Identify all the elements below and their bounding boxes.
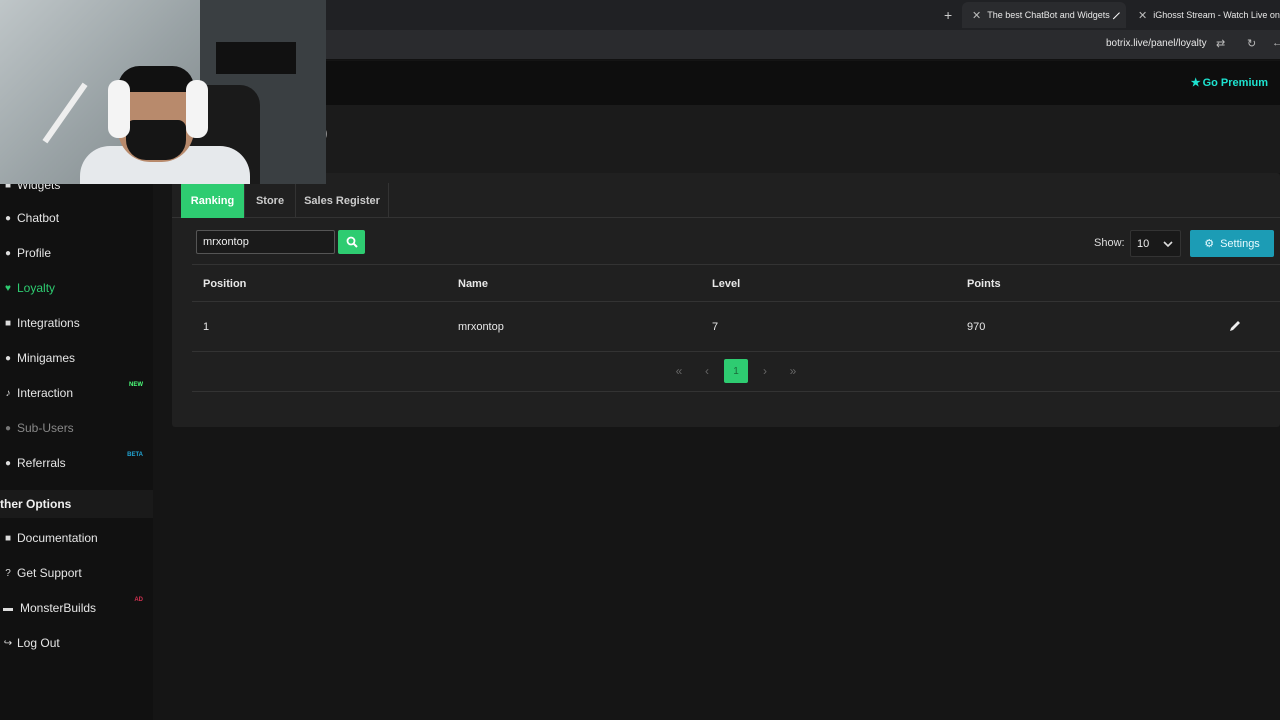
column-header-points: Points	[967, 278, 1001, 290]
first-page-icon[interactable]: «	[667, 359, 691, 383]
sidebar-item-label: Log Out	[17, 636, 60, 650]
sidebar-item-label: Chatbot	[17, 211, 60, 225]
star-icon: ★	[1190, 77, 1201, 89]
documentation-icon: ■	[4, 532, 12, 544]
gears-icon: ⚙	[1204, 238, 1215, 250]
close-tab-icon[interactable]: ✕	[1138, 9, 1147, 22]
url-text[interactable]: botrix.live/panel/loyalty	[1106, 38, 1207, 49]
tab-ranking[interactable]: Ranking	[181, 183, 245, 218]
page-size-select[interactable]: 10	[1130, 230, 1181, 257]
prev-page-icon[interactable]: ‹	[695, 359, 719, 383]
go-premium-label: Go Premium	[1202, 76, 1268, 89]
sidebar-item-minigames[interactable]: ● Minigames	[0, 343, 153, 373]
sidebar-item-log-out[interactable]: ↪ Log Out	[0, 628, 153, 658]
loyalty-icon: ♥	[5, 282, 11, 294]
chatbot-icon: ●	[4, 212, 12, 224]
sidebar-item-chatbot[interactable]: ● Chatbot	[0, 203, 153, 233]
chevron-down-icon	[1163, 240, 1173, 247]
page-button-current[interactable]: 1	[724, 359, 748, 383]
tab-title: iGhosst Stream - Watch Live on	[1153, 10, 1280, 20]
sidebar-item-referrals[interactable]: ● Referrals BETA	[0, 448, 153, 478]
sidebar-item-label: Profile	[17, 246, 52, 260]
webcam-overlay	[0, 0, 326, 184]
edit-pencil-icon[interactable]	[1228, 319, 1242, 333]
profile-icon: ●	[4, 247, 12, 259]
tab-sales-register[interactable]: Sales Register	[296, 183, 389, 218]
sidebar-item-documentation[interactable]: ■ Documentation	[0, 523, 153, 553]
search-icon	[346, 236, 358, 248]
next-page-icon[interactable]: ›	[753, 359, 777, 383]
tab-store[interactable]: Store	[245, 183, 296, 218]
sidebar-item-sub-users[interactable]: ● Sub-Users	[0, 413, 153, 443]
column-header-level: Level	[712, 278, 741, 290]
sidebar-item-label: Sub-Users	[17, 421, 74, 435]
tab-title: The best ChatBot and Widgets	[987, 10, 1110, 20]
beta-badge: BETA	[127, 452, 143, 458]
loyalty-tabs: Ranking Store Sales Register	[172, 183, 1280, 218]
header-divider	[192, 301, 1280, 302]
sidebar-item-label: Minigames	[17, 351, 76, 365]
column-header-name: Name	[458, 278, 488, 290]
botrix-favicon-icon	[1112, 11, 1120, 19]
search-input[interactable]	[196, 230, 335, 254]
sidebar-item-profile[interactable]: ● Profile	[0, 238, 153, 268]
support-icon: ?	[5, 567, 11, 579]
sidebar-item-interaction[interactable]: ♪ Interaction NEW	[0, 378, 153, 408]
close-tab-icon[interactable]: ✕	[972, 9, 981, 22]
show-label: Show:	[1094, 237, 1125, 249]
browser-tab-botrix[interactable]: ✕ The best ChatBot and Widgets	[962, 2, 1126, 28]
settings-label: Settings	[1220, 237, 1260, 250]
minigames-icon: ●	[4, 352, 12, 364]
integrations-icon: ■	[4, 317, 12, 329]
last-page-icon[interactable]: »	[781, 359, 805, 383]
cell-name: mrxontop	[458, 321, 504, 333]
monsterbuilds-icon: ▬	[3, 602, 13, 614]
site-settings-icon[interactable]: ⇄	[1216, 37, 1225, 50]
sub-users-icon: ●	[4, 422, 12, 434]
page-size-value: 10	[1137, 237, 1150, 250]
table-top-divider	[192, 264, 1280, 265]
settings-button[interactable]: ⚙ Settings	[1190, 230, 1274, 257]
cell-points: 970	[967, 321, 986, 333]
sidebar-item-monsterbuilds[interactable]: ▬ MonsterBuilds AD	[0, 593, 153, 623]
other-options-header: ther Options	[0, 490, 153, 518]
cell-level: 7	[712, 321, 719, 333]
sidebar-item-label: Get Support	[17, 566, 82, 580]
reload-icon[interactable]: ↻	[1247, 37, 1256, 50]
ad-badge: AD	[134, 597, 143, 603]
new-tab-button[interactable]: +	[944, 7, 952, 23]
sidebar-item-label: Referrals	[17, 456, 66, 470]
pagination-divider	[192, 391, 1280, 392]
interaction-icon: ♪	[5, 387, 11, 399]
sidebar-item-label: Loyalty	[17, 281, 56, 295]
sidebar: ■ Widgets ● Chatbot ● Profile ♥ Loyalty …	[0, 173, 153, 720]
sidebar-item-get-support[interactable]: ? Get Support	[0, 558, 153, 588]
referrals-icon: ●	[4, 457, 12, 469]
sidebar-item-integrations[interactable]: ■ Integrations	[0, 308, 153, 338]
sidebar-item-label: Integrations	[17, 316, 80, 330]
cell-position: 1	[203, 321, 210, 333]
new-badge: NEW	[129, 382, 143, 388]
back-icon[interactable]: ←	[1272, 37, 1280, 49]
go-premium-button[interactable]: ★ Go Premium	[1190, 76, 1268, 90]
sidebar-item-loyalty[interactable]: ♥ Loyalty	[0, 273, 153, 303]
row-divider	[192, 351, 1280, 352]
sidebar-item-label: MonsterBuilds	[20, 601, 97, 615]
browser-tab-stream[interactable]: ✕ iGhosst Stream - Watch Live on	[1128, 2, 1280, 28]
search-button[interactable]	[338, 230, 365, 254]
column-header-position: Position	[203, 278, 247, 290]
sidebar-item-label: Interaction	[17, 386, 74, 400]
sidebar-item-label: Documentation	[17, 531, 98, 545]
logout-icon: ↪	[3, 637, 13, 649]
